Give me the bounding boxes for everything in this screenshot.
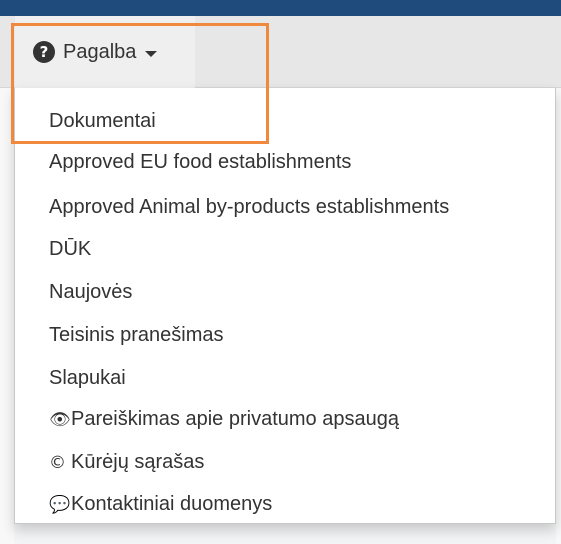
menu-item-kontaktiniai-duomenys[interactable]: 💬Kontaktiniai duomenys: [49, 489, 272, 519]
menu-item-slapukai[interactable]: Slapukai: [49, 363, 126, 393]
top-header-bar: [0, 0, 561, 16]
copyright-icon: ©: [49, 453, 66, 473]
caret-down-icon: [145, 50, 158, 57]
menu-item-label: Kontaktiniai duomenys: [71, 493, 273, 515]
menu-item-label: Pareiškimas apie privatumo apsaugą: [71, 408, 399, 430]
page-background-left: [0, 88, 14, 544]
comment-icon: 💬: [49, 495, 71, 515]
help-dropdown-menu: Dokumentai Approved EU food establishmen…: [14, 88, 556, 524]
menu-item-dokumentai[interactable]: Dokumentai: [49, 106, 156, 136]
menu-item-approved-animal-byproducts[interactable]: Approved Animal by-products establishmen…: [49, 192, 449, 222]
menu-item-label: Approved EU food establishments: [49, 151, 352, 173]
help-dropdown-label: Pagalba: [63, 40, 137, 63]
menu-item-duk[interactable]: DŪK: [49, 234, 91, 264]
menu-item-teisinis-pranesimas[interactable]: Teisinis pranešimas: [49, 320, 224, 350]
menu-item-label: Teisinis pranešimas: [49, 324, 224, 346]
menu-item-label: Naujovės: [49, 281, 133, 303]
question-circle-icon: ?: [33, 41, 55, 63]
menu-item-kureju-sarasas[interactable]: © Kūrėjų sąrašas: [49, 447, 204, 477]
menu-item-privatumo-apsauga[interactable]: 👁Pareiškimas apie privatumo apsaugą: [49, 404, 399, 434]
eye-icon: 👁: [49, 410, 71, 430]
menu-item-label: Approved Animal by-products establishmen…: [49, 196, 450, 218]
menu-item-label: Slapukai: [49, 367, 126, 389]
menu-item-label: DŪK: [49, 238, 92, 260]
menu-item-label: Dokumentai: [49, 110, 156, 132]
menu-item-approved-eu-food[interactable]: Approved EU food establishments: [49, 147, 351, 177]
menu-item-naujoves[interactable]: Naujovės: [49, 277, 132, 307]
menu-item-label: Kūrėjų sąrašas: [71, 451, 205, 473]
help-dropdown-toggle[interactable]: ? Pagalba: [15, 16, 195, 88]
page-background-right: [556, 88, 561, 544]
